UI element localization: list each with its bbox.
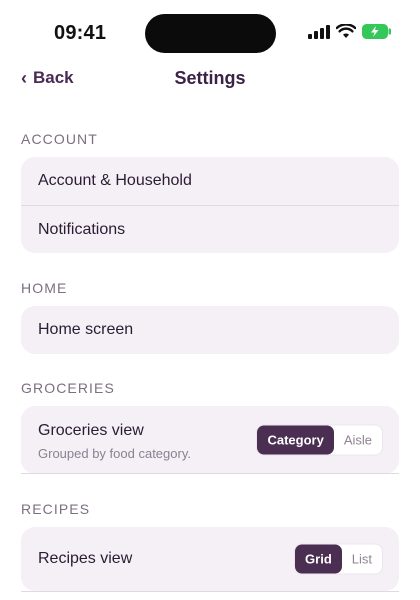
recipes-view-segmented-control: Grid List	[294, 543, 383, 575]
groceries-card-divider	[21, 473, 399, 474]
groceries-view-segmented-control: Category Aisle	[256, 424, 383, 456]
section-label-home: HOME	[21, 280, 68, 296]
recipes-option-grid[interactable]: Grid	[295, 544, 342, 574]
status-time: 09:41	[54, 22, 107, 44]
groceries-card: Groceries view Grouped by food category.…	[21, 406, 399, 474]
status-icons	[308, 24, 392, 39]
account-card: Account & Household Notifications	[21, 157, 399, 253]
status-bar: 09:41	[0, 0, 420, 62]
section-label-account: ACCOUNT	[21, 131, 98, 147]
section-label-recipes: RECIPES	[21, 501, 91, 517]
groceries-option-aisle[interactable]: Aisle	[334, 426, 382, 455]
recipes-card-divider	[21, 591, 399, 592]
groceries-view-title: Groceries view	[38, 422, 144, 439]
section-label-groceries: GROCERIES	[21, 380, 115, 396]
home-screen-row[interactable]: Home screen	[21, 306, 399, 354]
recipes-view-title: Recipes view	[38, 550, 133, 567]
page-title: Settings	[174, 68, 246, 88]
battery-charging-icon	[362, 24, 391, 39]
recipes-view-row: Recipes view Grid List	[21, 527, 399, 591]
account-household-row[interactable]: Account & Household	[21, 157, 399, 205]
groceries-view-row: Groceries view Grouped by food category.…	[21, 406, 399, 474]
dynamic-island	[145, 14, 276, 53]
navigation-bar: ‹ Back Settings	[0, 62, 420, 96]
recipes-option-list[interactable]: List	[342, 545, 382, 574]
home-card: Home screen	[21, 306, 399, 354]
wifi-icon	[336, 24, 356, 38]
recipes-card: Recipes view Grid List	[21, 527, 399, 591]
groceries-option-category[interactable]: Category	[257, 425, 334, 455]
cellular-signal-icon	[308, 24, 330, 39]
groceries-view-subtitle: Grouped by food category.	[38, 446, 191, 461]
settings-screen: 09:41 ‹ Back Settings ACCOUNT Account & …	[0, 0, 420, 600]
notifications-row[interactable]: Notifications	[21, 205, 399, 253]
